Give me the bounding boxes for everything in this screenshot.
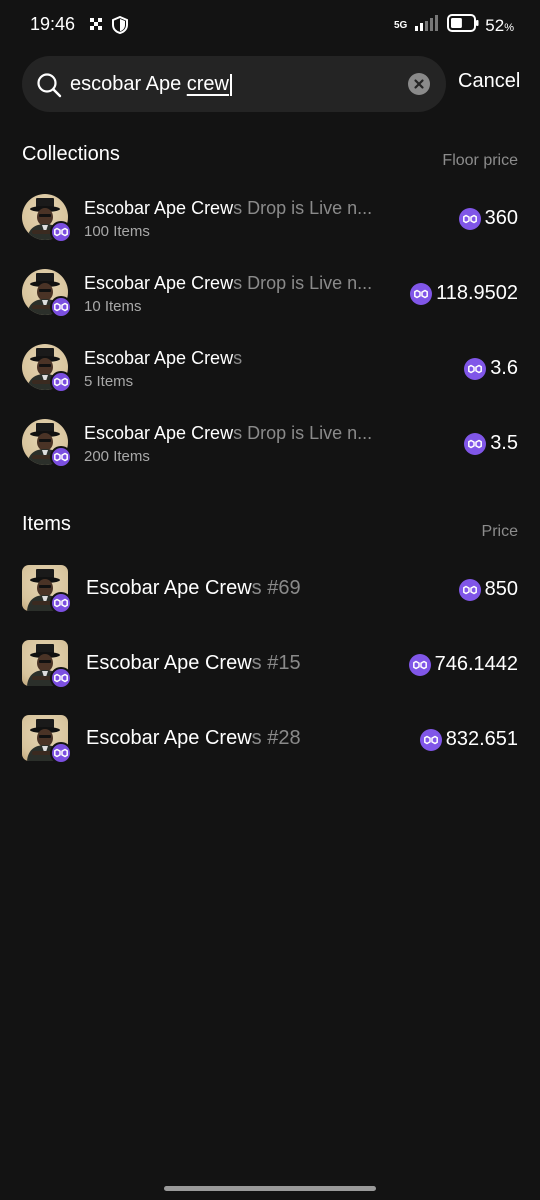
price-value: 3.6	[490, 357, 518, 379]
collections-header: Collections	[22, 143, 120, 165]
collection-item-count: 5 Items	[84, 373, 134, 390]
network-type: 5G	[393, 19, 408, 31]
shield-icon	[112, 15, 128, 39]
collection-row[interactable]: Escobar Ape Crews Drop is Live n... 200 I…	[0, 405, 540, 480]
polygon-matic-icon	[464, 357, 487, 380]
search-field[interactable]: escobar Ape crew	[22, 56, 446, 112]
polygon-matic-icon	[458, 578, 481, 601]
polygon-matic-icon	[419, 728, 442, 751]
item-name: Escobar Ape Crews #28	[86, 727, 301, 749]
item-row[interactable]: Escobar Ape Crews #15 746.1442	[0, 626, 540, 701]
search-icon	[36, 72, 62, 103]
item-row[interactable]: Escobar Ape Crews #69 850	[0, 551, 540, 626]
collection-name: Escobar Ape Crews	[84, 348, 243, 368]
price-value: 832.651	[445, 728, 518, 750]
floor-price-label: Floor price	[442, 152, 518, 169]
search-input[interactable]: escobar Ape crew	[70, 56, 232, 112]
polygon-badge-icon	[50, 296, 72, 318]
signal-icon	[415, 15, 441, 36]
collection-avatar	[22, 715, 72, 764]
floor-price: 118.9502	[410, 282, 518, 305]
collection-row[interactable]: Escobar Ape Crews Drop is Live n... 100 I…	[0, 180, 540, 255]
polygon-badge-icon	[50, 446, 72, 468]
clear-icon[interactable]	[408, 73, 430, 95]
app-notification-icon	[88, 16, 104, 37]
collection-name: Escobar Ape Crews Drop is Live n...	[84, 423, 373, 443]
price-label: Price	[481, 523, 518, 540]
home-indicator[interactable]	[164, 1186, 376, 1191]
price-value: 118.9502	[436, 282, 518, 304]
collection-item-count: 10 Items	[84, 298, 142, 315]
polygon-matic-icon	[410, 282, 433, 305]
collection-row[interactable]: Escobar Ape Crews Drop is Live n... 10 It…	[0, 255, 540, 330]
status-time: 19:46	[30, 14, 76, 34]
price-value: 850	[484, 578, 518, 600]
item-price: 832.651	[419, 728, 518, 751]
battery-icon	[447, 14, 479, 37]
item-name: Escobar Ape Crews #69	[86, 577, 301, 599]
polygon-matic-icon	[408, 653, 431, 676]
item-price: 850	[458, 578, 518, 601]
polygon-badge-icon	[50, 742, 72, 764]
polygon-badge-icon	[50, 667, 72, 689]
collection-name: Escobar Ape Crews Drop is Live n...	[84, 198, 373, 218]
collection-avatar	[22, 419, 72, 468]
polygon-badge-icon	[50, 371, 72, 393]
cancel-button[interactable]: Cancel	[458, 70, 520, 93]
polygon-matic-icon	[464, 432, 487, 455]
collection-name: Escobar Ape Crews Drop is Live n...	[84, 273, 373, 293]
item-price: 746.1442	[408, 653, 518, 676]
floor-price: 3.5	[464, 432, 518, 455]
price-value: 3.5	[490, 432, 518, 454]
floor-price: 3.6	[464, 357, 518, 380]
status-bar: 19:46 5G 52%	[0, 0, 540, 52]
polygon-badge-icon	[50, 221, 72, 243]
collection-avatar	[22, 640, 72, 689]
collection-row[interactable]: Escobar Ape Crews 5 Items 3.6	[0, 330, 540, 405]
collection-avatar	[22, 269, 72, 318]
price-value: 746.1442	[434, 653, 518, 675]
collection-item-count: 100 Items	[84, 223, 150, 240]
item-name: Escobar Ape Crews #15	[86, 652, 301, 674]
floor-price: 360	[458, 207, 518, 230]
collection-avatar	[22, 194, 72, 243]
polygon-badge-icon	[50, 592, 72, 614]
polygon-matic-icon	[458, 207, 481, 230]
collection-avatar	[22, 344, 72, 393]
collection-item-count: 200 Items	[84, 448, 150, 465]
battery-percent: 52%	[485, 15, 514, 35]
item-row[interactable]: Escobar Ape Crews #28 832.651	[0, 701, 540, 776]
items-header: Items	[22, 513, 71, 535]
price-value: 360	[484, 207, 518, 229]
collection-avatar	[22, 565, 72, 614]
